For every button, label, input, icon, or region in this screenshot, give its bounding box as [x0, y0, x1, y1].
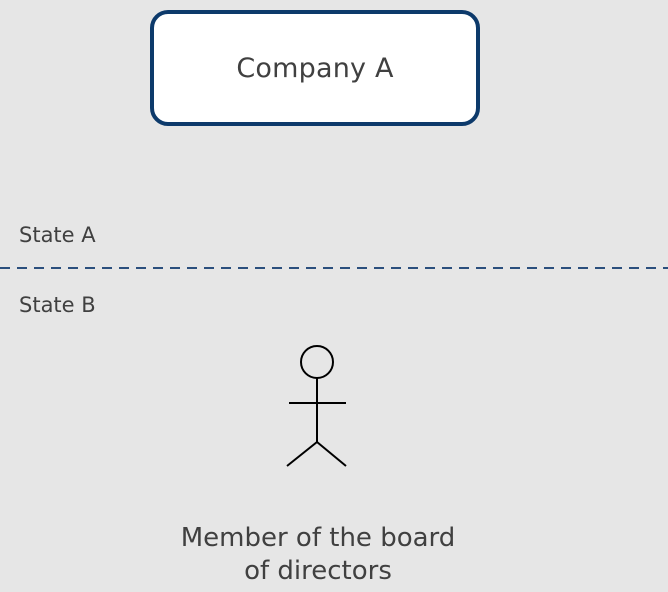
company-a-label: Company A [236, 52, 394, 84]
company-a-box: Company A [150, 10, 480, 126]
person-caption-line1: Member of the board [180, 523, 456, 553]
person-caption-line2: of directors [244, 556, 392, 586]
state-a-label: State A [19, 223, 96, 247]
person-caption: Member of the board of directors [118, 522, 518, 588]
state-b-label: State B [19, 293, 96, 317]
stick-figure-icon [286, 345, 347, 467]
state-border-divider [0, 267, 668, 269]
